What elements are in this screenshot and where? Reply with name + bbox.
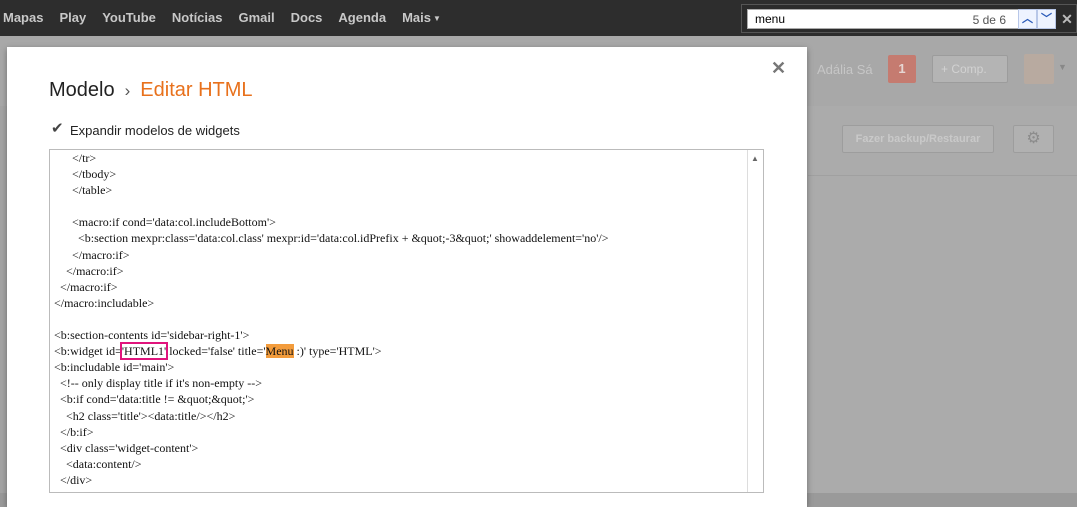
code-line: <b:section-contents id='sidebar-right-1'… <box>54 328 250 343</box>
code-line: <b:section mexpr:class='data:col.class' … <box>54 231 609 246</box>
breadcrumb: Modelo › Editar HTML <box>49 79 253 102</box>
find-current-match: Menu <box>265 344 294 359</box>
notification-badge[interactable]: 1 <box>888 55 916 83</box>
background-left-strip <box>0 106 7 493</box>
find-next-button[interactable]: ﹀ <box>1037 9 1056 29</box>
expand-widgets-label: Expandir modelos de widgets <box>70 123 240 138</box>
code-line: <div class='widget-content'> <box>54 440 199 455</box>
code-line: </macro:if> <box>54 263 124 278</box>
code-line: <b:if cond='data:title != &quot;&quot;'> <box>54 392 255 407</box>
expand-widgets-option[interactable]: ✔ Expandir modelos de widgets <box>51 120 240 138</box>
code-line: <b:includable id='main'> <box>54 360 175 375</box>
breadcrumb-separator-icon: › <box>124 81 131 100</box>
code-line: </div> <box>54 472 93 487</box>
breadcrumb-template[interactable]: Modelo <box>49 79 115 101</box>
nav-item-play[interactable]: Play <box>51 0 94 36</box>
nav-item-agenda[interactable]: Agenda <box>330 0 394 36</box>
code-line: <macro:if cond='data:col.includeBottom'> <box>54 215 276 230</box>
code-line: </macro:if> <box>54 247 130 262</box>
find-query: menu <box>755 12 786 26</box>
chevron-up-icon: ︿ <box>1022 13 1033 25</box>
code-content[interactable]: </tr> </tbody> </table> <macro:if cond='… <box>54 150 744 488</box>
code-line: </table> <box>54 183 113 198</box>
find-previous-button[interactable]: ︿ <box>1018 9 1037 29</box>
html-code-editor[interactable]: </tr> </tbody> </table> <macro:if cond='… <box>49 149 764 493</box>
editor-scrollbar[interactable]: ▲ <box>747 150 763 492</box>
breadcrumb-current: Editar HTML <box>140 79 253 101</box>
share-button[interactable]: + Comp. <box>932 55 1008 83</box>
expand-widgets-checkbox[interactable]: ✔ <box>51 120 64 137</box>
google-bar-nav: Mapas Play YouTube Notícias Gmail Docs A… <box>0 0 449 36</box>
nav-item-gmail[interactable]: Gmail <box>230 0 282 36</box>
divider <box>808 175 1077 176</box>
code-line: <h2 class='title'><data:title/></h2> <box>54 408 236 423</box>
code-line: <b:widget id='HTML1' locked='false' titl… <box>54 342 382 361</box>
chevron-down-icon: ﹀ <box>1041 13 1052 25</box>
widget-id-highlight: 'HTML1' <box>119 342 169 361</box>
code-line: </tr> <box>54 151 97 165</box>
nav-item-noticias[interactable]: Notícias <box>164 0 231 36</box>
code-line: </macro:if> <box>54 279 118 294</box>
find-match-count: 5 de 6 <box>972 13 1006 27</box>
user-name[interactable]: Adália Sá <box>817 62 873 77</box>
code-line: </b:if> <box>54 424 94 439</box>
code-line: <!-- only display title if it's non-empt… <box>54 376 262 391</box>
close-icon[interactable]: ✕ <box>1059 9 1075 29</box>
find-bar: menu 5 de 6 ︿ ﹀ ✕ <box>741 4 1077 33</box>
avatar[interactable] <box>1024 54 1054 84</box>
close-icon[interactable]: ✕ <box>771 58 786 79</box>
code-line: </tbody> <box>54 167 117 182</box>
caret-down-icon: ▼ <box>432 13 441 23</box>
nav-item-docs[interactable]: Docs <box>283 0 331 36</box>
chevron-down-icon[interactable]: ▼ <box>1058 62 1067 72</box>
nav-item-youtube[interactable]: YouTube <box>94 0 164 36</box>
checkmark-icon: ✔ <box>51 120 64 137</box>
nav-item-mapas[interactable]: Mapas <box>0 0 51 36</box>
code-line: <data:content/> <box>54 456 142 471</box>
backup-restore-button[interactable]: Fazer backup/Restaurar <box>842 125 994 153</box>
nav-item-mais[interactable]: Mais ▼ <box>394 0 449 36</box>
nav-item-mais-label: Mais <box>402 10 431 25</box>
code-line: </macro:includable> <box>54 295 155 310</box>
find-input[interactable]: menu 5 de 6 <box>747 9 1021 29</box>
gear-icon[interactable]: ⚙ <box>1013 125 1054 153</box>
scroll-up-icon[interactable]: ▲ <box>751 154 759 163</box>
